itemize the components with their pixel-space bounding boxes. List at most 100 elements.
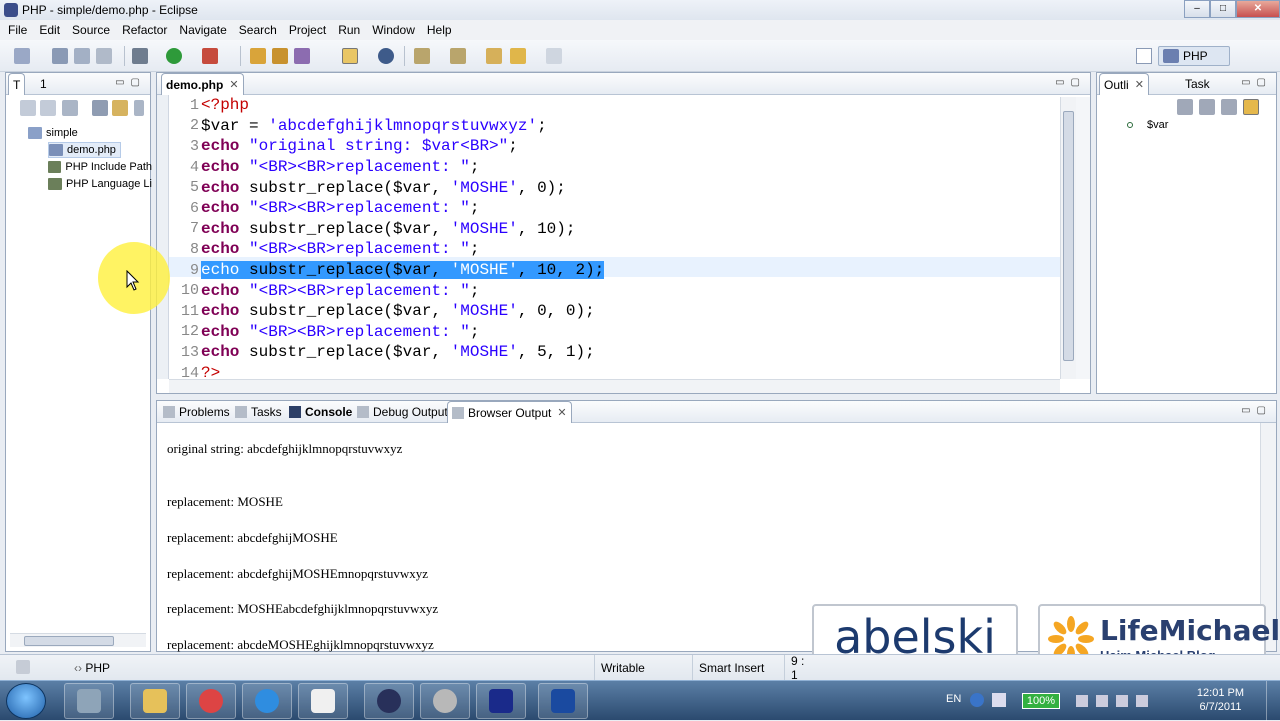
code-line[interactable]: 8 echo "<BR><BR>replacement: "; xyxy=(169,239,1062,260)
next-annotation-icon[interactable] xyxy=(414,48,430,64)
editor-min-max[interactable]: ▭▢ xyxy=(1055,77,1086,88)
tab-outline[interactable]: Outli ✕ xyxy=(1099,73,1149,95)
minimize-button[interactable]: – xyxy=(1184,0,1210,18)
outline-link-icon[interactable] xyxy=(1243,99,1259,115)
code-line[interactable]: 2 $var = 'abcdefghijklmnopqrstuvwxyz'; xyxy=(169,116,1062,137)
view-min-max[interactable]: ▭▢ xyxy=(115,77,146,88)
code-line[interactable]: 9 echo substr_replace($var, 'MOSHE', 10, … xyxy=(169,260,1062,281)
close-tab-icon[interactable]: ✕ xyxy=(229,78,238,91)
previous-annotation-icon[interactable] xyxy=(450,48,466,64)
toggle-mark-icon[interactable] xyxy=(342,48,358,64)
open-type-icon[interactable] xyxy=(272,48,288,64)
close-tab-icon[interactable]: ✕ xyxy=(557,406,566,419)
editor-hscroll[interactable] xyxy=(169,379,1060,393)
taskbar-explorer[interactable] xyxy=(64,683,114,719)
back-icon[interactable] xyxy=(510,48,526,64)
debug-icon[interactable] xyxy=(132,48,148,64)
code-line[interactable]: 6 echo "<BR><BR>replacement: "; xyxy=(169,198,1062,219)
taskbar-pdf[interactable] xyxy=(298,683,348,719)
tab-problems[interactable]: Problems xyxy=(159,401,234,423)
language-indicator[interactable]: EN xyxy=(946,693,961,705)
taskbar-chrome[interactable] xyxy=(186,683,236,719)
tree-item-include-path[interactable]: PHP Include Path xyxy=(48,159,152,175)
perspective-php-button[interactable]: PHP xyxy=(1158,46,1230,66)
tab-debug-output[interactable]: Debug Output xyxy=(353,401,452,423)
outline-item-var[interactable]: $var xyxy=(1127,119,1168,131)
menu-navigate[interactable]: Navigate xyxy=(175,23,234,37)
outline-filter-icon[interactable] xyxy=(1177,99,1193,115)
menu-source[interactable]: Source xyxy=(68,23,118,37)
search-tool-icon[interactable] xyxy=(294,48,310,64)
forward-icon[interactable] xyxy=(40,100,56,116)
taskbar-ie[interactable] xyxy=(242,683,292,719)
back-icon[interactable] xyxy=(20,100,36,116)
code-line[interactable]: 3 echo "original string: $var<BR>"; xyxy=(169,136,1062,157)
tab-browser-output[interactable]: Browser Output ✕ xyxy=(447,401,572,423)
save-all-icon[interactable] xyxy=(74,48,90,64)
outline-collapse-icon[interactable] xyxy=(1199,99,1215,115)
tab-explorer[interactable]: 1 xyxy=(36,73,51,95)
clock[interactable]: 12:01 PM 6/7/2011 xyxy=(1197,686,1244,714)
link-editor-icon[interactable] xyxy=(112,100,128,116)
close-button[interactable]: ✕ xyxy=(1236,0,1280,18)
menu-project[interactable]: Project xyxy=(285,23,334,37)
menu-file[interactable]: File xyxy=(4,23,35,37)
up-icon[interactable] xyxy=(62,100,78,116)
new-icon[interactable] xyxy=(14,48,30,64)
tab-tasks[interactable]: Task xyxy=(1181,73,1214,95)
external-tools-icon[interactable] xyxy=(202,48,218,64)
code-area[interactable]: 1 <?php 2 $var = 'abcdefghijklmnopqrstuvwxy… xyxy=(169,95,1062,382)
network-icon[interactable] xyxy=(1096,695,1108,707)
save-icon[interactable] xyxy=(52,48,68,64)
explorer-hscroll[interactable] xyxy=(10,633,146,647)
tray-icon[interactable] xyxy=(1076,695,1088,707)
code-line[interactable]: 1 <?php xyxy=(169,95,1062,116)
code-line[interactable]: 10 echo "<BR><BR>replacement: "; xyxy=(169,280,1062,301)
tab-console[interactable]: Console xyxy=(285,401,356,423)
editor-vscroll[interactable] xyxy=(1060,97,1076,379)
taskbar-tool[interactable] xyxy=(420,683,470,719)
outline-min-max[interactable]: ▭▢ xyxy=(1241,77,1272,88)
taskbar-media[interactable] xyxy=(476,683,526,719)
tab-type-hierarchy[interactable]: T xyxy=(8,73,26,95)
tab-tasks-bottom[interactable]: Tasks xyxy=(231,401,286,423)
code-line[interactable]: 4 echo "<BR><BR>replacement: "; xyxy=(169,157,1062,178)
open-folder-icon[interactable] xyxy=(250,48,266,64)
taskbar-eclipse[interactable] xyxy=(364,683,414,719)
taskbar-capture[interactable] xyxy=(538,683,588,719)
forward-icon[interactable] xyxy=(546,48,562,64)
keyboard-icon[interactable] xyxy=(992,693,1006,707)
tree-item-language-library[interactable]: PHP Language Li xyxy=(48,176,152,192)
code-line[interactable]: 13 echo substr_replace($var, 'MOSHE', 5, … xyxy=(169,342,1062,363)
menu-refactor[interactable]: Refactor xyxy=(118,23,175,37)
last-edit-icon[interactable] xyxy=(486,48,502,64)
code-line[interactable]: 5 echo substr_replace($var, 'MOSHE', 0); xyxy=(169,177,1062,198)
battery-indicator[interactable]: 100% xyxy=(1022,693,1060,709)
open-perspective-icon[interactable] xyxy=(1136,48,1152,64)
start-button[interactable] xyxy=(6,683,46,719)
web-browser-icon[interactable] xyxy=(378,48,394,64)
menu-edit[interactable]: Edit xyxy=(35,23,68,37)
code-line[interactable]: 11 echo substr_replace($var, 'MOSHE', 0, … xyxy=(169,301,1062,322)
code-line[interactable]: 7 echo substr_replace($var, 'MOSHE', 10); xyxy=(169,219,1062,240)
help-icon[interactable] xyxy=(970,693,984,707)
close-tab-icon[interactable]: ✕ xyxy=(1135,78,1144,91)
bottom-min-max[interactable]: ▭▢ xyxy=(1241,405,1272,416)
menu-window[interactable]: Window xyxy=(368,23,423,37)
taskbar-folder[interactable] xyxy=(130,683,180,719)
run-icon[interactable] xyxy=(166,48,182,64)
fast-view-icon[interactable] xyxy=(16,660,30,674)
print-icon[interactable] xyxy=(96,48,112,64)
menu-run[interactable]: Run xyxy=(334,23,368,37)
tree-item-demo-php[interactable]: demo.php xyxy=(48,142,121,158)
tree-item-simple[interactable]: simple xyxy=(28,125,78,141)
collapse-all-icon[interactable] xyxy=(92,100,108,116)
menu-search[interactable]: Search xyxy=(235,23,285,37)
menu-help[interactable]: Help xyxy=(423,23,460,37)
show-desktop-button[interactable] xyxy=(1266,681,1280,721)
tab-demo-php[interactable]: demo.php ✕ xyxy=(161,73,244,95)
power-icon[interactable] xyxy=(1136,695,1148,707)
view-menu-icon[interactable] xyxy=(134,100,144,116)
outline-sort-icon[interactable] xyxy=(1221,99,1237,115)
maximize-button[interactable]: □ xyxy=(1210,0,1236,18)
